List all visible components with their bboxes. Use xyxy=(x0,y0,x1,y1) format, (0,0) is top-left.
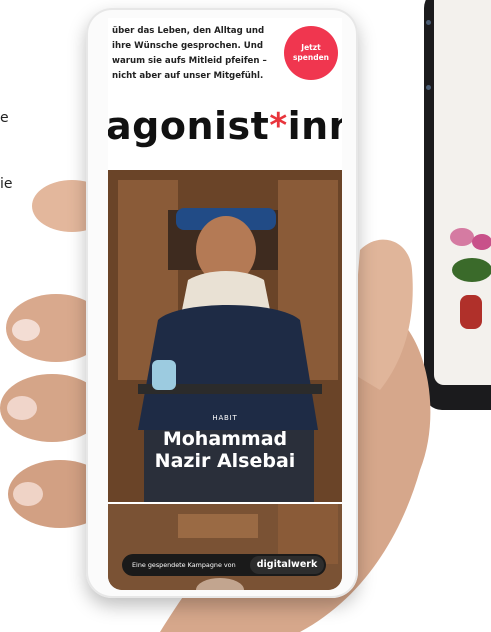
brand-right: innen xyxy=(287,104,342,148)
sponsor-logo: digitalwerk xyxy=(250,556,324,574)
hero-name-line: Mohammad xyxy=(162,428,288,450)
sponsor-text: Eine gespendete Kampagne von xyxy=(132,561,236,569)
brand-title: agonist*innen xyxy=(108,104,342,148)
next-photo xyxy=(108,504,342,590)
scene: e ie über das Leben, den Alltag und ihre… xyxy=(0,0,491,632)
donate-button[interactable]: Jetzt spenden xyxy=(284,26,338,80)
intro-text: über das Leben, den Alltag und ihre Wüns… xyxy=(112,26,267,81)
next-card[interactable] xyxy=(108,504,342,590)
phone-screen: über das Leben, den Alltag und ihre Wüns… xyxy=(108,18,342,590)
hero-tag: HABIT xyxy=(212,414,238,422)
hero-card[interactable]: HABIT Mohammad Nazir Alsebai xyxy=(108,170,342,502)
hero-name-line: Nazir Alsebai xyxy=(154,450,296,472)
phone-device: über das Leben, den Alltag und ihre Wüns… xyxy=(86,8,358,598)
donate-label: Jetzt spenden xyxy=(292,43,330,62)
brand-left: agonist xyxy=(108,104,270,148)
hero-name: Mohammad Nazir Alsebai xyxy=(108,428,342,472)
sponsor-banner[interactable]: Eine gespendete Kampagne von digitalwerk xyxy=(122,554,326,576)
asterisk-mark: * xyxy=(269,106,288,146)
